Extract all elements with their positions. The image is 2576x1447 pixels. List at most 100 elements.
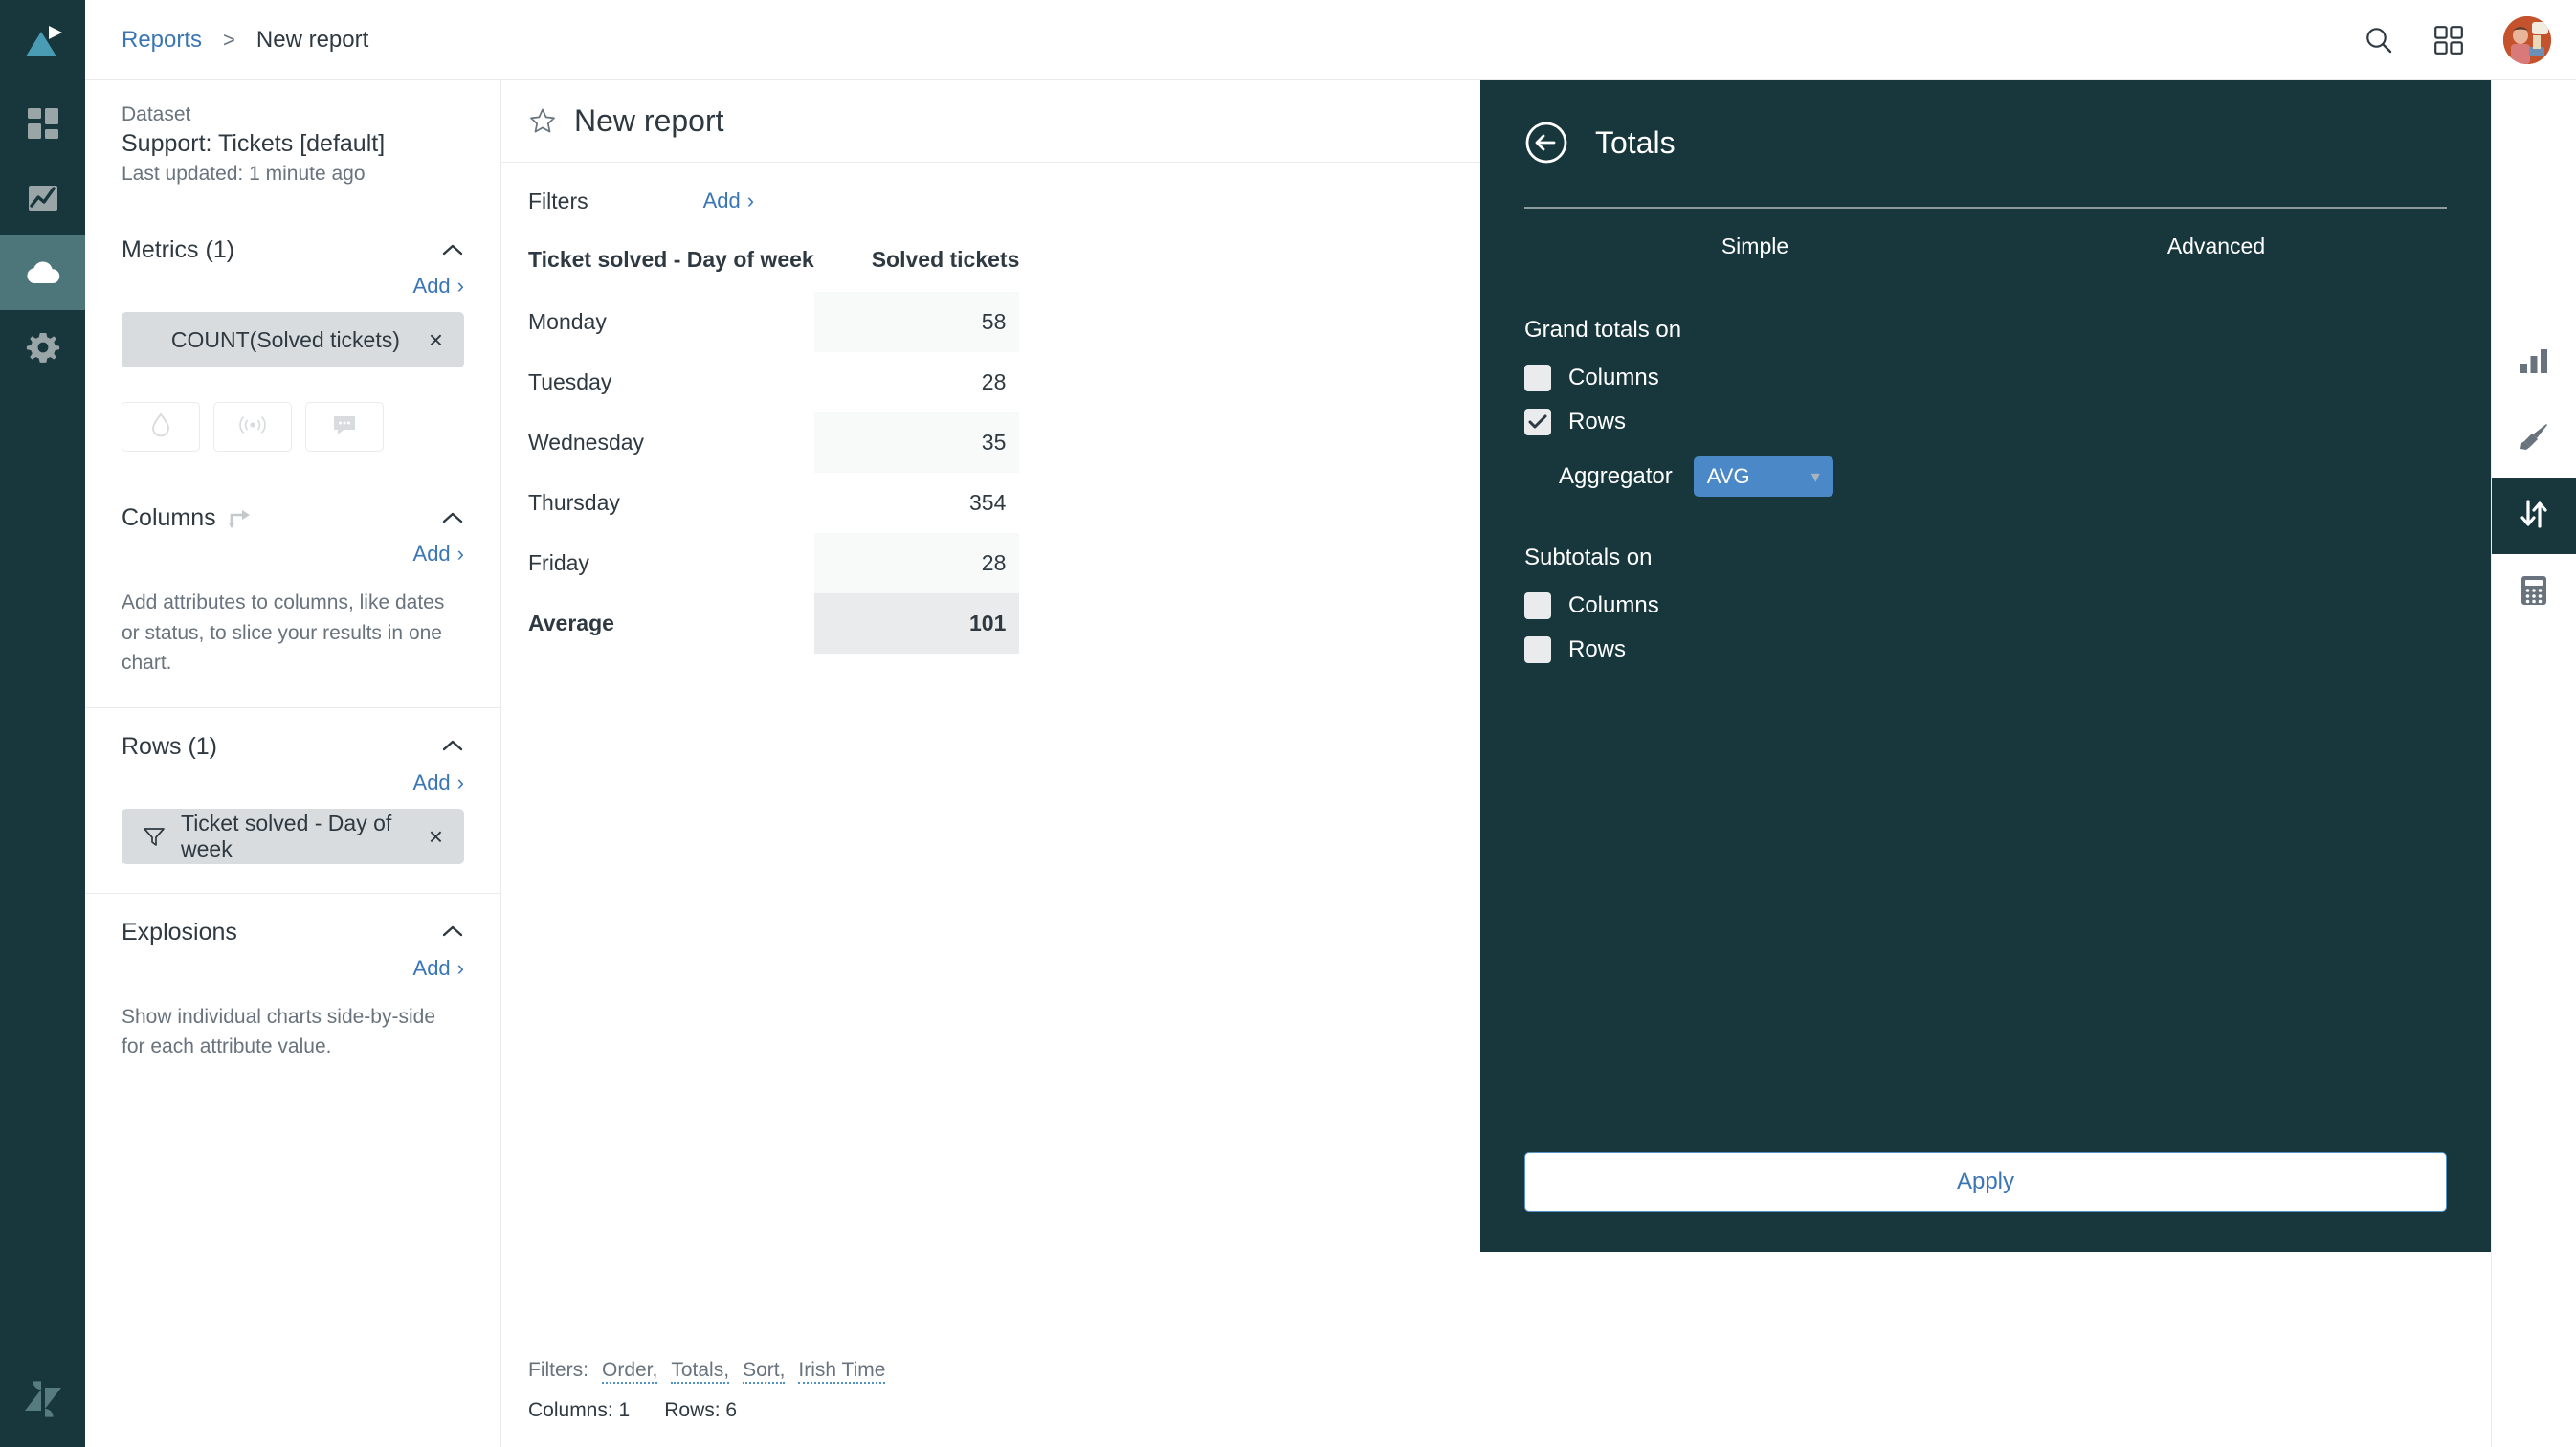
subtotals-rows-row[interactable]: Rows — [1524, 636, 2447, 663]
column-header-dimension[interactable]: Ticket solved - Day of week — [528, 239, 814, 292]
rail-item-result-manipulation[interactable] — [2491, 478, 2576, 554]
chevron-up-icon[interactable] — [441, 739, 464, 754]
analytics-chart-icon — [26, 181, 60, 215]
rail-item-chart-configuration[interactable] — [2492, 401, 2576, 478]
sidebar-item-datasets[interactable] — [0, 235, 85, 310]
explosions-add-row: Add › — [122, 956, 464, 981]
tab-simple[interactable]: Simple — [1524, 209, 1986, 284]
star-outline-icon[interactable] — [528, 107, 557, 136]
total-row-label: Average — [528, 611, 614, 635]
sidebar-item-reports[interactable] — [0, 161, 85, 235]
chat-bubble-icon — [332, 413, 357, 441]
chevron-right-icon: › — [456, 769, 464, 794]
row-value: 354 — [969, 490, 1007, 515]
rows-title: Rows (1) — [122, 732, 218, 760]
checkbox-grand-totals-rows[interactable] — [1524, 409, 1551, 435]
chevron-up-icon[interactable] — [441, 511, 464, 526]
rail-item-calculations[interactable] — [2492, 554, 2576, 631]
table-body: Monday 58 Tuesday 28 Wednesday 35 Thursd… — [528, 292, 1020, 654]
swap-arrow-icon[interactable] — [228, 507, 253, 530]
table-row[interactable]: Tuesday 28 — [528, 352, 1019, 412]
aggregator-row: Aggregator AVG ▾ — [1559, 456, 2447, 497]
metrics-add-button[interactable]: Add › — [413, 274, 464, 299]
column-header-metric[interactable]: Solved tickets — [814, 239, 1020, 292]
breadcrumb-current: New report — [255, 26, 369, 53]
grand-totals-columns-row[interactable]: Columns — [1524, 365, 2447, 391]
row-value: 28 — [813, 533, 1020, 593]
tab-advanced[interactable]: Advanced — [1986, 209, 2447, 284]
row-attribute-pill[interactable]: Ticket solved - Day of week × — [122, 808, 464, 864]
columns-add-button[interactable]: Add › — [413, 542, 464, 567]
chevron-right-icon: › — [456, 542, 464, 567]
grid-footer-link-order[interactable]: Order, — [602, 1359, 658, 1384]
search-icon[interactable] — [2364, 25, 2394, 56]
metric-pill-label: COUNT(Solved tickets) — [170, 326, 400, 352]
columns-header: Columns — [122, 504, 464, 532]
table-total-row[interactable]: Average 101 — [528, 593, 1020, 654]
cloud-upload-icon — [24, 256, 62, 289]
columns-add-label: Add — [412, 542, 451, 567]
filters-add-button[interactable]: Add › — [703, 189, 754, 213]
chevron-up-icon[interactable] — [441, 243, 464, 258]
metric-broadcast-button[interactable] — [213, 402, 292, 453]
chevron-right-icon: › — [746, 189, 755, 212]
grid-footer-link-timezone[interactable]: Irish Time — [798, 1359, 886, 1384]
grand-totals-rows-label: Rows — [1568, 409, 1627, 434]
table-row[interactable]: Thursday 354 — [528, 473, 1019, 533]
gear-icon — [26, 330, 60, 365]
left-nav-rail — [0, 0, 85, 1447]
row-attribute-remove-button[interactable]: × — [429, 824, 443, 849]
apply-button[interactable]: Apply — [1524, 1152, 2447, 1212]
checkbox-subtotals-columns[interactable] — [1524, 592, 1551, 619]
dashboard-grid-icon — [26, 106, 60, 141]
rail-item-visualization-type[interactable] — [2492, 324, 2576, 401]
body-row: Dataset Support: Tickets [default] Last … — [85, 80, 2576, 1447]
columns-title: Columns — [122, 504, 216, 532]
dataset-block[interactable]: Dataset Support: Tickets [default] Last … — [85, 80, 500, 212]
aggregator-value: AVG — [1706, 464, 1750, 488]
grid-footer-link-totals[interactable]: Totals, — [671, 1359, 730, 1384]
metric-comment-button[interactable] — [305, 402, 384, 453]
metrics-title: Metrics (1) — [122, 236, 235, 264]
metrics-section: Metrics (1) Add › COUNT(Solved tickets) — [85, 211, 500, 480]
explosions-add-button[interactable]: Add › — [413, 956, 464, 981]
avatar[interactable] — [2503, 15, 2551, 64]
apps-grid-icon[interactable] — [2434, 25, 2463, 55]
top-bar: Reports > New report — [85, 0, 2576, 80]
dataset-updated: Last updated: 1 minute ago — [122, 163, 366, 186]
totals-panel-header: Totals — [1480, 80, 2491, 165]
row-value: 58 — [813, 292, 1020, 352]
row-label: Monday — [528, 309, 607, 334]
rows-add-button[interactable]: Add › — [413, 770, 464, 795]
grand-totals-rows-row[interactable]: Rows — [1524, 409, 2447, 435]
grid-footer-filters: Filters: Order, Totals, Sort, Irish Time — [528, 1359, 2491, 1384]
aggregator-select[interactable]: AVG ▾ — [1693, 456, 1833, 497]
dataset-label: Dataset — [122, 103, 191, 125]
grid-footer-link-sort[interactable]: Sort, — [743, 1359, 786, 1384]
table-row[interactable]: Friday 28 — [528, 533, 1020, 593]
sidebar-item-dashboards[interactable] — [0, 86, 85, 161]
sort-arrows-icon — [2518, 499, 2550, 534]
sidebar-item-admin[interactable] — [0, 310, 85, 385]
metric-droplet-button[interactable] — [122, 402, 200, 453]
explore-logo-icon[interactable] — [0, 0, 85, 86]
table-row[interactable]: Wednesday 35 — [528, 412, 1020, 473]
chevron-up-icon[interactable] — [441, 924, 464, 940]
breadcrumb-reports[interactable]: Reports — [122, 27, 202, 54]
table-row[interactable]: Monday 58 — [528, 292, 1020, 352]
back-arrow-circle-icon[interactable] — [1524, 121, 1568, 165]
calculator-icon — [2520, 574, 2548, 612]
rows-add-row: Add › — [122, 770, 464, 795]
metric-remove-button[interactable]: × — [429, 327, 443, 352]
aggregator-label: Aggregator — [1559, 463, 1673, 489]
page-title: New report — [574, 103, 724, 138]
subtotals-columns-row[interactable]: Columns — [1524, 592, 2447, 619]
explosions-add-label: Add — [412, 955, 451, 980]
rows-header: Rows (1) — [122, 733, 464, 761]
checkbox-subtotals-rows[interactable] — [1524, 636, 1551, 663]
rows-add-label: Add — [412, 769, 451, 794]
metric-pill[interactable]: COUNT(Solved tickets) × — [122, 312, 464, 368]
droplet-icon — [150, 412, 171, 442]
total-row-value: 101 — [813, 593, 1020, 654]
checkbox-grand-totals-columns[interactable] — [1524, 365, 1551, 391]
